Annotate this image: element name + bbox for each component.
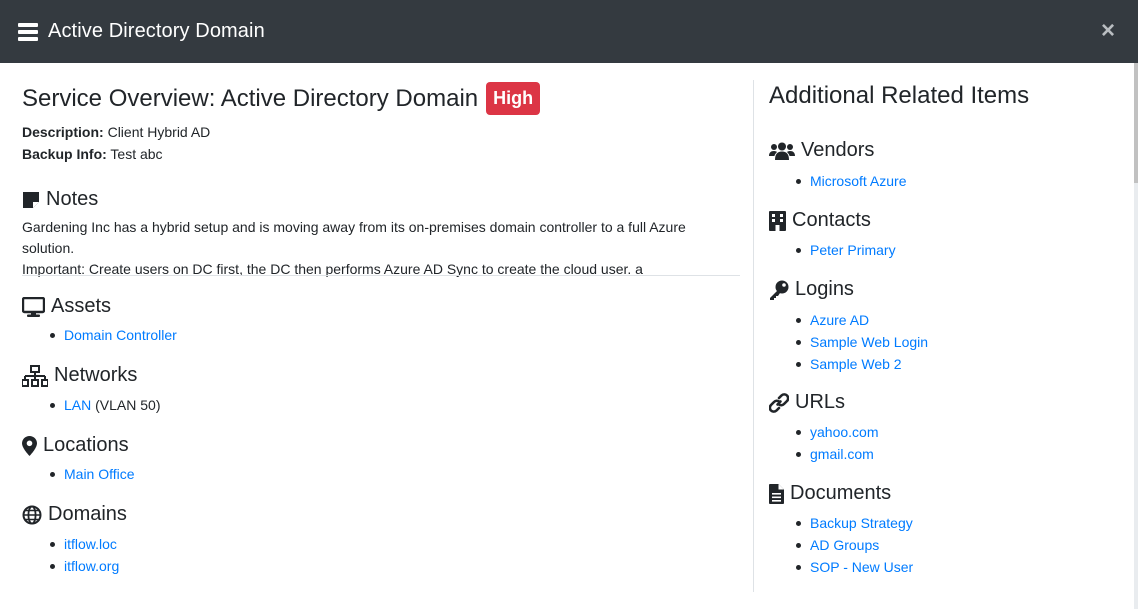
- domains-heading-label: Domains: [48, 503, 127, 525]
- notes-line-1: Gardening Inc has a hybrid setup and is …: [22, 219, 686, 256]
- building-icon: [769, 210, 786, 231]
- related-items-title: Additional Related Items: [769, 82, 1030, 109]
- login-link-azure-ad[interactable]: Azure AD: [810, 309, 869, 331]
- urls-heading-label: URLs: [795, 391, 846, 413]
- network-link-lan[interactable]: LAN: [64, 394, 91, 416]
- networks-heading-label: Networks: [54, 364, 138, 386]
- overview-title: Service Overview: Active Directory Domai…: [22, 84, 479, 112]
- documents-heading-label: Documents: [790, 482, 892, 504]
- assets-list: Domain Controller: [50, 324, 177, 346]
- networks-heading: Networks: [22, 364, 137, 387]
- list-item: SOP - New User: [796, 556, 913, 578]
- domain-link-itflow-org[interactable]: itflow.org: [64, 555, 119, 577]
- server-icon: [18, 22, 38, 41]
- contacts-heading: Contacts: [769, 209, 871, 232]
- importance-badge: High: [486, 82, 541, 115]
- column-divider: [753, 80, 754, 592]
- backup-info-label: Backup Info:: [22, 146, 107, 162]
- globe-icon: [22, 505, 42, 524]
- list-item: LAN (VLAN 50): [50, 394, 160, 416]
- map-marker-icon: [22, 435, 37, 456]
- logins-list: Azure AD Sample Web Login Sample Web 2: [796, 309, 928, 375]
- urls-heading: URLs: [769, 391, 845, 414]
- notes-heading-label: Notes: [46, 188, 99, 210]
- contacts-heading-label: Contacts: [792, 209, 871, 231]
- network-wired-icon: [22, 364, 48, 387]
- contacts-list: Peter Primary: [796, 239, 896, 261]
- description-value: Client Hybrid AD: [107, 124, 211, 140]
- document-link-sop-new-user[interactable]: SOP - New User: [810, 556, 913, 578]
- scrollbar-thumb[interactable]: [1134, 63, 1138, 183]
- assets-heading: Assets: [22, 295, 111, 318]
- backup-info-row: Backup Info: Test abc: [22, 146, 163, 162]
- close-button[interactable]: ×: [1098, 19, 1118, 43]
- domains-heading: Domains: [22, 503, 127, 526]
- assets-heading-label: Assets: [51, 295, 112, 317]
- notes-line-2: Important: Create users on DC first, the…: [22, 261, 643, 277]
- list-item: yahoo.com: [796, 421, 878, 443]
- asset-link-domain-controller[interactable]: Domain Controller: [64, 324, 177, 346]
- list-item: Main Office: [50, 463, 135, 485]
- vendors-heading: Vendors: [769, 139, 874, 162]
- modal-header: Active Directory Domain ×: [0, 0, 1138, 63]
- locations-heading: Locations: [22, 434, 129, 457]
- domain-link-itflow-loc[interactable]: itflow.loc: [64, 533, 117, 555]
- contact-link-peter-primary[interactable]: Peter Primary: [810, 239, 896, 261]
- notes-text: Gardening Inc has a hybrid setup and is …: [22, 217, 740, 280]
- documents-list: Backup Strategy AD Groups SOP - New User: [796, 512, 913, 578]
- modal-title: Active Directory Domain: [48, 20, 265, 42]
- link-icon: [769, 392, 789, 413]
- url-link-yahoo[interactable]: yahoo.com: [810, 421, 878, 443]
- document-link-ad-groups[interactable]: AD Groups: [810, 534, 879, 556]
- page-title: Service Overview: Active Directory Domai…: [22, 82, 541, 115]
- url-link-gmail[interactable]: gmail.com: [810, 443, 874, 465]
- list-item: Microsoft Azure: [796, 170, 906, 192]
- list-item: Sample Web 2: [796, 353, 928, 375]
- list-item: Sample Web Login: [796, 331, 928, 353]
- list-item: Domain Controller: [50, 324, 177, 346]
- scrollbar[interactable]: [1134, 63, 1138, 609]
- location-link-main-office[interactable]: Main Office: [64, 463, 135, 485]
- logins-heading-label: Logins: [795, 278, 854, 300]
- sticky-note-icon: [23, 191, 39, 208]
- list-item: itflow.org: [50, 555, 119, 577]
- documents-heading: Documents: [769, 482, 891, 505]
- description-row: Description: Client Hybrid AD: [22, 124, 210, 140]
- vendor-link-microsoft-azure[interactable]: Microsoft Azure: [810, 170, 906, 192]
- vendors-list: Microsoft Azure: [796, 170, 906, 192]
- list-item: Peter Primary: [796, 239, 896, 261]
- document-link-backup-strategy[interactable]: Backup Strategy: [810, 512, 913, 534]
- locations-list: Main Office: [50, 463, 135, 485]
- network-vlan: (VLAN 50): [91, 397, 161, 413]
- locations-heading-label: Locations: [43, 434, 129, 456]
- list-item: gmail.com: [796, 443, 878, 465]
- login-link-sample-web-2[interactable]: Sample Web 2: [810, 353, 902, 375]
- urls-list: yahoo.com gmail.com: [796, 421, 878, 465]
- desktop-icon: [22, 296, 45, 317]
- domains-list: itflow.loc itflow.org: [50, 533, 119, 577]
- key-icon: [770, 280, 789, 300]
- backup-info-value: Test abc: [110, 146, 163, 162]
- logins-heading: Logins: [769, 278, 854, 301]
- list-item: AD Groups: [796, 534, 913, 556]
- divider: [22, 275, 740, 276]
- users-icon: [769, 142, 795, 160]
- networks-list: LAN (VLAN 50): [50, 394, 160, 416]
- list-item: Azure AD: [796, 309, 928, 331]
- list-item: Backup Strategy: [796, 512, 913, 534]
- list-item: itflow.loc: [50, 533, 119, 555]
- vendors-heading-label: Vendors: [801, 139, 875, 161]
- description-label: Description:: [22, 124, 104, 140]
- notes-heading: Notes: [22, 188, 98, 211]
- login-link-sample-web-login[interactable]: Sample Web Login: [810, 331, 928, 353]
- file-document-icon: [769, 483, 784, 504]
